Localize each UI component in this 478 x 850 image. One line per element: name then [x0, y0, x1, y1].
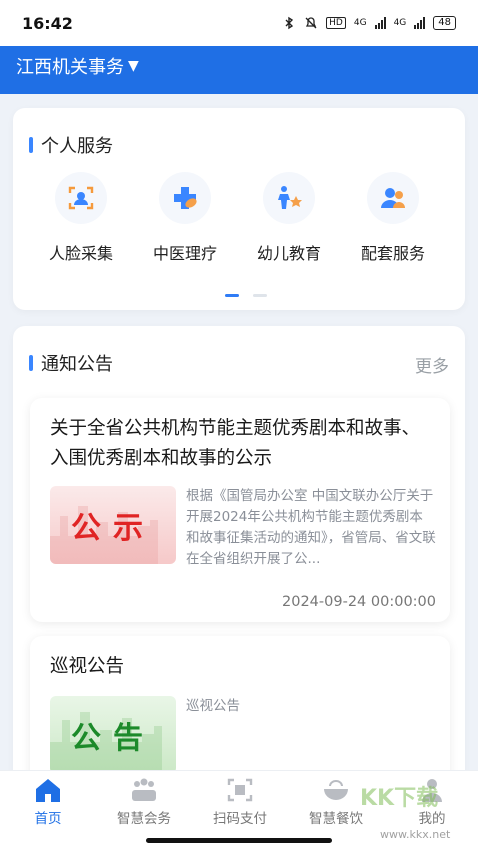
org-selector[interactable]: 江西机关事务 ▼ — [16, 52, 139, 80]
service-label: 幼儿教育 — [256, 244, 321, 263]
personal-services-title: 个人服务 — [41, 136, 113, 157]
personal-services-heading: 个人服务 — [29, 132, 113, 158]
home-icon — [36, 779, 60, 802]
status-bar: 16:42 HD 4G 4G 48 — [0, 0, 478, 46]
notices-heading: 通知公告 — [29, 350, 113, 376]
status-time: 16:42 — [22, 13, 73, 33]
signal-icon — [374, 17, 386, 29]
hd-badge: HD — [326, 17, 346, 29]
notice-title: 关于全省公共机构节能主题优秀剧本和故事、入围优秀剧本和故事的公示 — [50, 418, 421, 469]
bluetooth-icon — [285, 16, 294, 30]
service-support[interactable]: 配套服务 — [341, 172, 445, 264]
face-scan-icon — [68, 186, 94, 210]
watermark-logo: KK下载 — [360, 786, 439, 811]
home-indicator[interactable] — [146, 838, 332, 843]
notice-thumbnail: 公告 — [50, 696, 176, 774]
tab-scan-pay[interactable]: 扫码支付 — [192, 777, 288, 827]
child-education-icon — [278, 186, 302, 209]
pager-dot[interactable] — [253, 294, 267, 297]
service-label: 中医理疗 — [152, 244, 217, 263]
more-link[interactable]: 更多 — [415, 352, 449, 377]
mute-bell-icon — [305, 17, 317, 29]
support-service-icon — [381, 188, 405, 208]
notice-title: 巡视公告 — [50, 656, 125, 677]
notice-date: 2024-09-24 00:00:00 — [282, 594, 436, 610]
notices-title: 通知公告 — [41, 354, 113, 375]
service-grid: 人脸采集 中医理疗 幼儿教育 配套服务 — [13, 172, 465, 264]
service-face-collect[interactable]: 人脸采集 — [29, 172, 133, 264]
tab-label: 首页 — [34, 811, 62, 827]
dining-bowl-icon — [324, 780, 348, 800]
service-child-education[interactable]: 幼儿教育 — [237, 172, 341, 264]
personal-services-card: 个人服务 人脸采集 中医理疗 幼儿教育 配套服务 — [13, 108, 465, 310]
pager-dot-active[interactable] — [225, 294, 239, 297]
signal-icon-2 — [414, 17, 426, 29]
notice-thumbnail-text: 公示 — [71, 511, 155, 546]
service-pager — [225, 294, 267, 297]
section-accent-bar — [29, 355, 33, 371]
service-label: 配套服务 — [360, 244, 425, 263]
meeting-people-icon — [132, 778, 156, 801]
scan-code-icon — [227, 778, 253, 802]
tab-label: 智慧会务 — [117, 811, 171, 827]
notice-thumbnail-text: 公告 — [71, 721, 155, 756]
tab-label: 智慧餐饮 — [309, 811, 363, 827]
notice-thumbnail: 公示 — [50, 486, 176, 564]
battery-icon: 48 — [433, 16, 456, 30]
tcm-medicine-icon — [174, 187, 197, 209]
tab-smart-meeting[interactable]: 智慧会务 — [96, 777, 192, 827]
caret-down-icon: ▼ — [128, 58, 139, 74]
network-4g-label: 4G — [353, 18, 367, 28]
tab-home[interactable]: 首页 — [0, 777, 96, 827]
notice-card[interactable]: 巡视公告 公告 巡视公告 — [30, 636, 450, 786]
tab-label: 扫码支付 — [213, 811, 267, 827]
service-tcm[interactable]: 中医理疗 — [133, 172, 237, 264]
org-title: 江西机关事务 — [16, 57, 124, 78]
service-label: 人脸采集 — [48, 244, 113, 263]
network-4g-label-2: 4G — [393, 18, 407, 28]
notice-card[interactable]: 关于全省公共机构节能主题优秀剧本和故事、入围优秀剧本和故事的公示 公示 根据《国… — [30, 398, 450, 622]
section-accent-bar — [29, 137, 33, 153]
notice-excerpt: 根据《国管局办公室 中国文联办公厅关于开展2024年公共机构节能主题优秀剧本和故… — [186, 488, 436, 567]
notice-excerpt: 巡视公告 — [186, 698, 240, 714]
watermark-url: www.kkx.net — [380, 828, 451, 841]
